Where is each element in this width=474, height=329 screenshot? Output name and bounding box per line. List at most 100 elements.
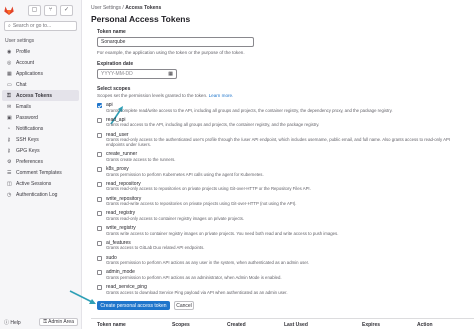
scope-checkbox[interactable] bbox=[97, 211, 102, 217]
table-header-scopes: Scopes bbox=[172, 322, 190, 328]
token-name-value: Sonarqube bbox=[101, 39, 126, 45]
chat-icon: ▭ bbox=[7, 81, 12, 88]
sidebar-top-actions: ▢ ⑂ ✓ bbox=[28, 4, 73, 16]
scope-checkbox[interactable] bbox=[97, 181, 102, 187]
scope-description: Grants read-only access to the authentic… bbox=[106, 137, 451, 147]
sidebar-item-label: Access Tokens bbox=[16, 92, 53, 99]
scope-description: Grants read-only access to container reg… bbox=[106, 215, 245, 221]
sidebar-item-authentication-log[interactable]: ◷ Authentication Log bbox=[2, 189, 79, 200]
scope-description: Grants read-write access to repositories… bbox=[106, 201, 297, 206]
scopes-help-text: Scopes set the permission levels granted… bbox=[97, 93, 208, 98]
account-icon: ◎ bbox=[7, 59, 12, 66]
table-header-created: Created bbox=[227, 322, 246, 328]
scope-description: Grants complete read/write access to the… bbox=[106, 107, 393, 113]
page-title: Personal Access Tokens bbox=[91, 14, 191, 24]
learn-more-link[interactable]: Learn more. bbox=[209, 93, 234, 98]
mail-icon: ✉ bbox=[7, 103, 12, 110]
sidebar-item-label: Preferences bbox=[16, 158, 43, 165]
sidebar-item-password[interactable]: ▣ Password bbox=[2, 112, 79, 123]
breadcrumb: User Settings / Access Tokens bbox=[91, 5, 161, 11]
sidebar-item-label: GPG Keys bbox=[16, 147, 40, 154]
sidebar-header: ▢ ⑂ ✓ bbox=[0, 0, 81, 20]
breadcrumb-current[interactable]: Access Tokens bbox=[125, 5, 161, 11]
sidebar-item-label: Active Sessions bbox=[16, 180, 52, 187]
token-name-field[interactable]: Sonarqube bbox=[97, 37, 254, 47]
calendar-icon[interactable]: ▦ bbox=[168, 71, 173, 77]
scope-description: Grants create access to the runners. bbox=[106, 156, 176, 162]
sidebar-nav: ◉ Profile ◎ Account ▦ Applications ▭ Chat ⚿ Acces… bbox=[0, 46, 81, 200]
scope-description: Grants permission to perform Kubernetes … bbox=[106, 171, 264, 177]
sidebar-footer: ⓘ Help ⚿ Admin Area bbox=[0, 317, 82, 327]
scope-description: Grants permission to perform API actions… bbox=[106, 260, 310, 265]
sidebar-item-label: Emails bbox=[16, 103, 32, 110]
sidebar-item-label: Comment Templates bbox=[16, 169, 62, 176]
log-icon: ◷ bbox=[7, 191, 12, 198]
scope-checkbox[interactable] bbox=[97, 167, 102, 172]
sidebar-item-label: Chat bbox=[16, 81, 27, 88]
sidebar-item-label: Password bbox=[16, 114, 38, 121]
scope-description: Grants read access to the API, including… bbox=[106, 122, 320, 128]
scope-checkbox[interactable] bbox=[97, 270, 102, 276]
cancel-button[interactable]: Cancel bbox=[174, 301, 194, 310]
sidebar-item-emails[interactable]: ✉ Emails bbox=[2, 101, 79, 112]
scopes-label: Select scopes bbox=[97, 86, 131, 92]
preferences-icon: ⚙ bbox=[7, 158, 12, 165]
token-name-help: For example, the application using the t… bbox=[97, 50, 245, 55]
merge-requests-icon[interactable]: ⑂ bbox=[44, 4, 57, 16]
search-icon: ⌕ bbox=[8, 23, 11, 29]
breadcrumb-parent[interactable]: User Settings bbox=[91, 5, 121, 11]
sidebar-item-profile[interactable]: ◉ Profile bbox=[2, 46, 79, 57]
sidebar-item-active-sessions[interactable]: ◫ Active Sessions bbox=[2, 178, 79, 189]
scope-description: Grants access to GitLab Duo related API … bbox=[106, 245, 205, 251]
admin-area-button[interactable]: ⚿ Admin Area bbox=[39, 318, 78, 326]
expiration-date-field[interactable]: YYYY-MM-DD ▦ bbox=[97, 69, 177, 79]
table-header-expires: Expires bbox=[362, 322, 381, 328]
table-header-last-used: Last Used bbox=[284, 322, 308, 328]
sidebar-toggle-icon[interactable]: ▢ bbox=[28, 4, 41, 16]
create-token-button[interactable]: Create personal access token bbox=[97, 301, 170, 310]
scope-checkbox[interactable] bbox=[97, 196, 102, 202]
sidebar-item-notifications[interactable]: ◔ Notifications bbox=[2, 123, 79, 134]
scopes-help: Scopes set the permission levels granted… bbox=[97, 93, 233, 98]
table-header-token-name: Token name bbox=[97, 322, 126, 328]
todo-icon[interactable]: ✓ bbox=[60, 4, 73, 16]
table-header-action: Action bbox=[417, 322, 433, 328]
scope-checkbox[interactable] bbox=[97, 255, 102, 261]
scope-checkbox[interactable] bbox=[97, 240, 102, 246]
profile-icon: ◉ bbox=[7, 48, 12, 55]
sidebar: ▢ ⑂ ✓ ⌕ Search or go to... User settings… bbox=[0, 0, 82, 329]
scope-checkbox[interactable] bbox=[97, 103, 102, 108]
scope-checkbox[interactable] bbox=[97, 132, 102, 138]
admin-icon: ⚿ bbox=[43, 319, 48, 325]
sidebar-item-applications[interactable]: ▦ Applications bbox=[2, 68, 79, 79]
scope-checkbox[interactable] bbox=[97, 152, 102, 158]
gitlab-logo-icon[interactable] bbox=[4, 6, 14, 15]
sidebar-item-label: Account bbox=[16, 59, 35, 66]
admin-label: Admin Area bbox=[48, 319, 74, 325]
applications-icon: ▦ bbox=[7, 70, 12, 77]
sidebar-item-gpg-keys[interactable]: ⚷ GPG Keys bbox=[2, 145, 79, 156]
expiration-placeholder: YYYY-MM-DD bbox=[101, 71, 133, 77]
scope-description: Grants read-only access to repositories … bbox=[106, 186, 311, 192]
scope-checkbox[interactable] bbox=[97, 226, 102, 231]
sidebar-item-comment-templates[interactable]: ☰ Comment Templates bbox=[2, 167, 79, 178]
scope-checkbox[interactable] bbox=[97, 285, 102, 290]
sidebar-item-preferences[interactable]: ⚙ Preferences bbox=[2, 156, 79, 167]
token-name-label: Token name bbox=[97, 29, 126, 35]
sidebar-section-label: User settings bbox=[5, 38, 35, 44]
scope-checkbox[interactable] bbox=[97, 117, 102, 123]
search-input[interactable]: ⌕ Search or go to... bbox=[4, 21, 77, 31]
sidebar-item-account[interactable]: ◎ Account bbox=[2, 57, 79, 68]
sidebar-item-chat[interactable]: ▭ Chat bbox=[2, 79, 79, 90]
sidebar-item-ssh-keys[interactable]: ⚷ SSH Keys bbox=[2, 134, 79, 145]
help-label: Help bbox=[10, 319, 21, 326]
help-icon: ⓘ bbox=[4, 319, 10, 326]
token-icon: ⚿ bbox=[7, 92, 11, 99]
sidebar-item-label: Notifications bbox=[16, 125, 44, 132]
sessions-icon: ◫ bbox=[7, 180, 12, 187]
help-link[interactable]: ⓘ Help bbox=[4, 319, 21, 326]
sidebar-item-label: Authentication Log bbox=[16, 191, 58, 198]
sidebar-item-access-tokens[interactable]: ⚿ Access Tokens bbox=[2, 90, 79, 101]
divider bbox=[91, 318, 474, 319]
bell-icon: ◔ bbox=[7, 125, 11, 132]
